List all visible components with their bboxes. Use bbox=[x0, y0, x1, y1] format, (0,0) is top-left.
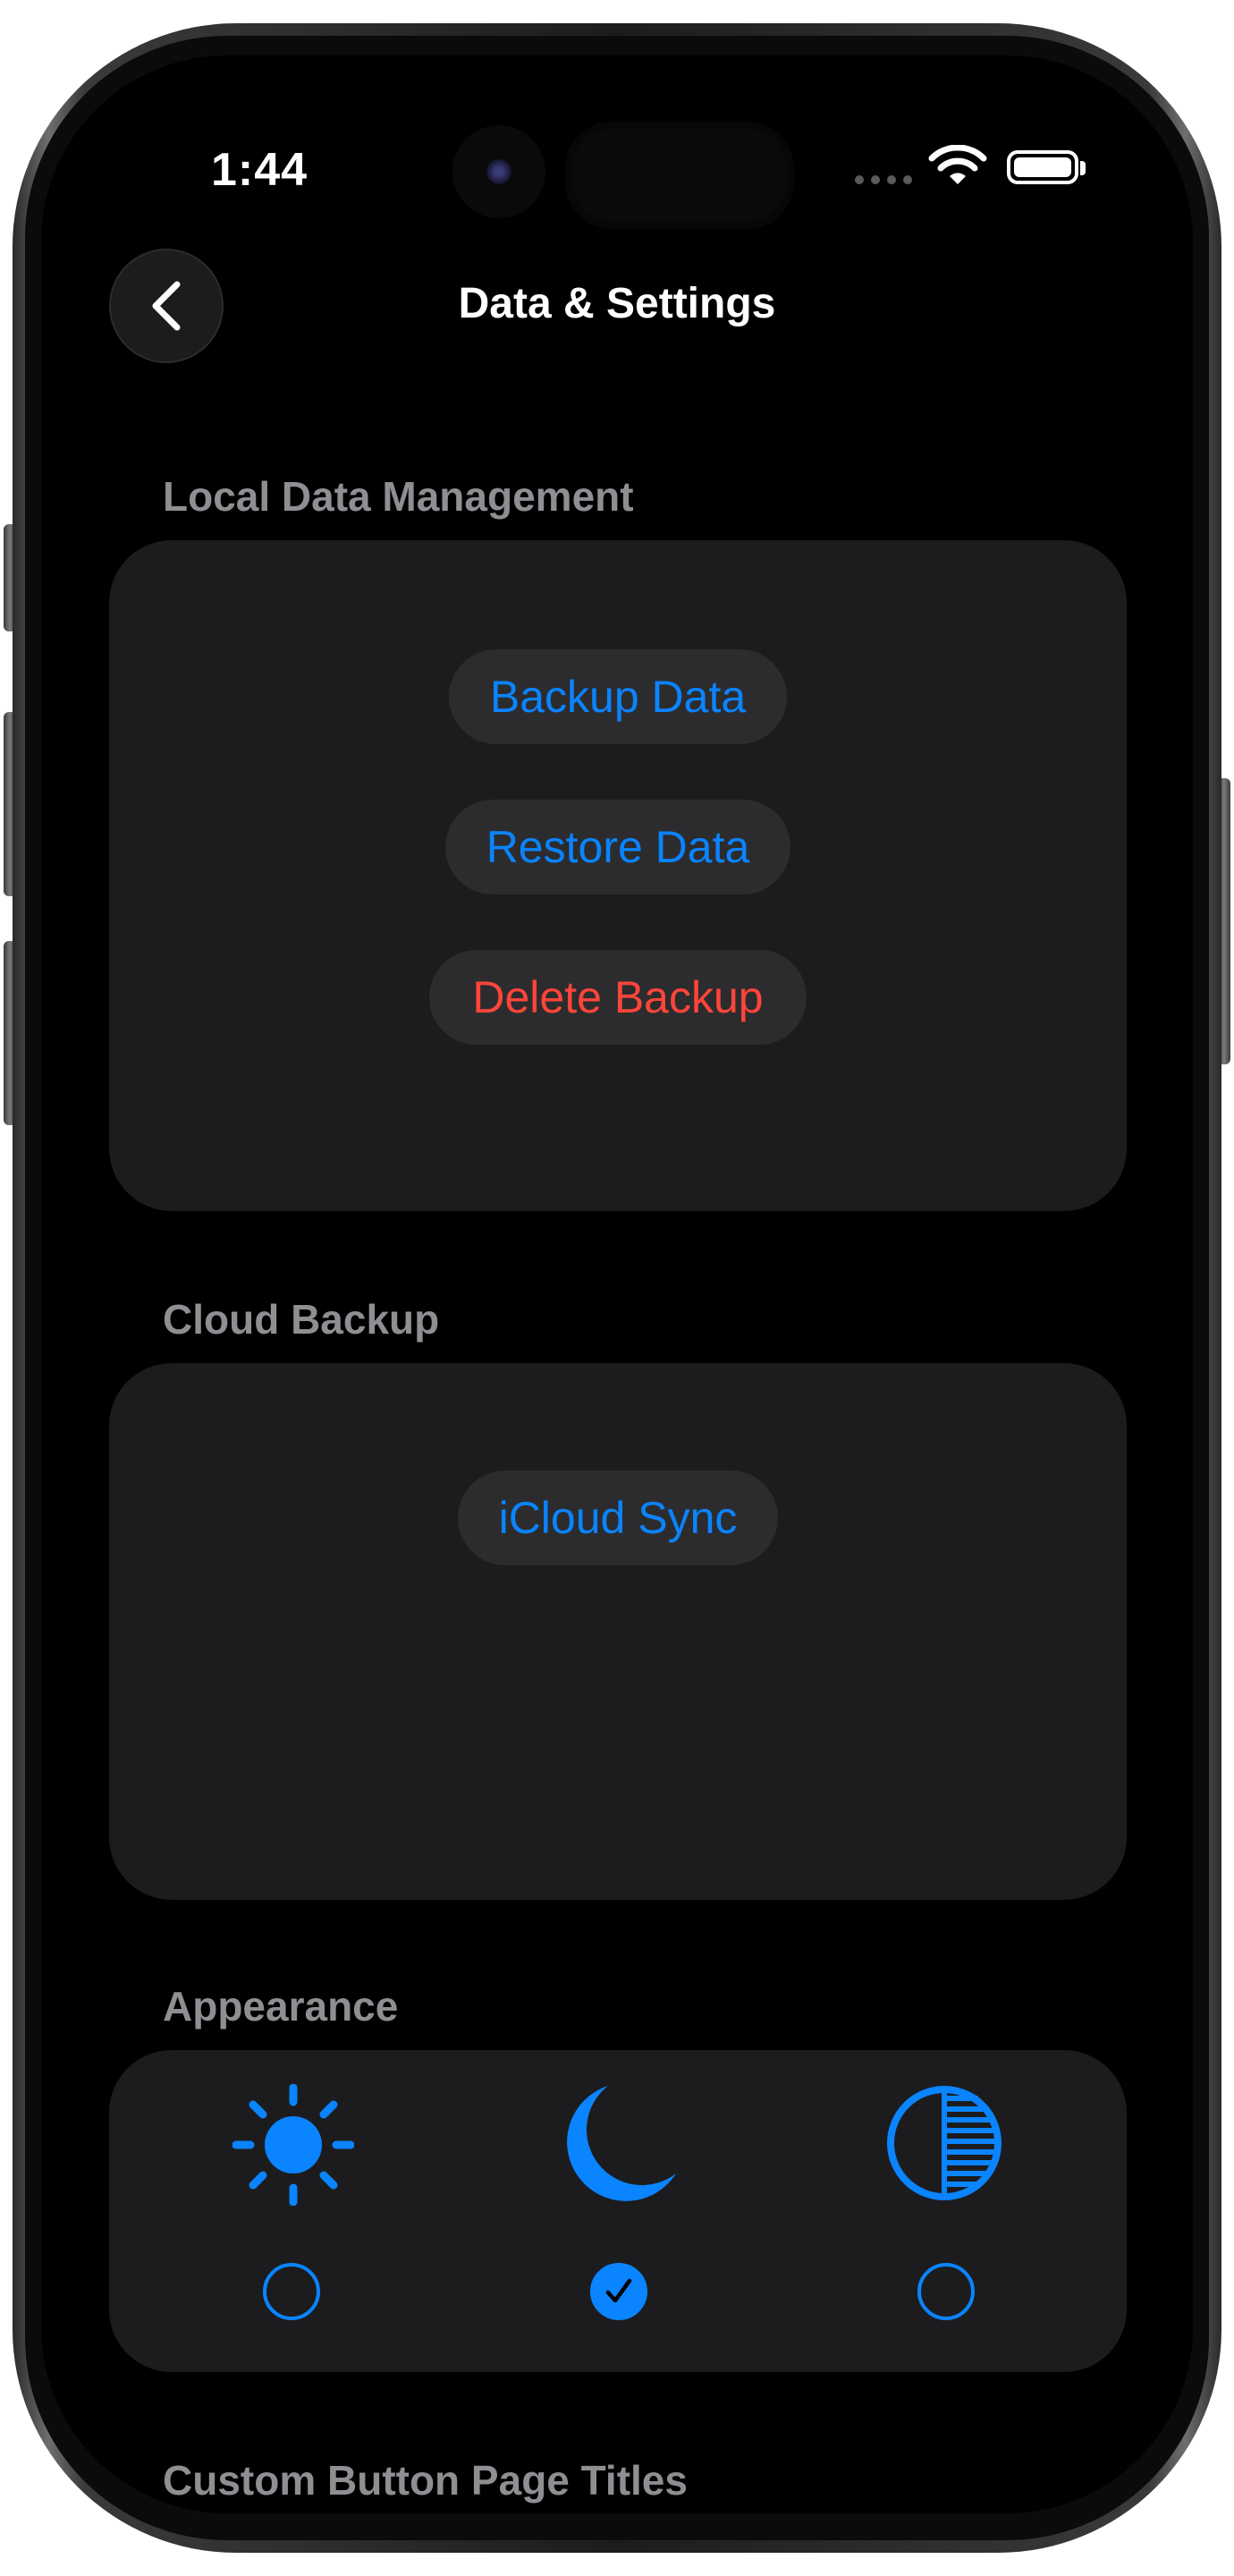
auto-contrast-icon[interactable] bbox=[883, 2082, 1005, 2204]
delete-backup-button[interactable]: Delete Backup bbox=[429, 950, 807, 1045]
section-header-local-data: Local Data Management bbox=[163, 473, 634, 520]
status-time: 1:44 bbox=[211, 144, 308, 196]
section-header-custom-titles: Custom Button Page Titles bbox=[163, 2457, 688, 2504]
icloud-sync-button[interactable]: iCloud Sync bbox=[458, 1470, 778, 1565]
wifi-icon bbox=[928, 145, 987, 184]
section-header-appearance: Appearance bbox=[163, 1983, 399, 2029]
back-button[interactable] bbox=[109, 249, 224, 363]
battery-tip bbox=[1080, 161, 1086, 175]
page-title: Data & Settings bbox=[458, 280, 776, 327]
local-data-card: Backup Data Restore Data Delete Backup bbox=[109, 540, 1127, 1211]
appearance-card bbox=[109, 2050, 1127, 2372]
backup-data-button[interactable]: Backup Data bbox=[449, 649, 787, 744]
light-mode-radio[interactable] bbox=[263, 2263, 320, 2320]
dark-mode-radio[interactable] bbox=[590, 2263, 647, 2320]
auto-mode-radio[interactable] bbox=[917, 2263, 975, 2320]
restore-data-button[interactable]: Restore Data bbox=[445, 800, 790, 894]
checkmark-icon bbox=[605, 2278, 632, 2303]
section-header-cloud-backup: Cloud Backup bbox=[163, 1296, 440, 1343]
sun-icon[interactable] bbox=[232, 2084, 354, 2206]
chevron-left-icon bbox=[152, 281, 181, 331]
front-camera bbox=[452, 125, 545, 218]
battery-icon bbox=[1007, 150, 1078, 184]
moon-icon[interactable] bbox=[556, 2082, 681, 2207]
dynamic-island bbox=[565, 122, 794, 229]
cloud-backup-card: iCloud Sync bbox=[109, 1363, 1127, 1900]
cellular-signal-icon bbox=[855, 175, 912, 184]
